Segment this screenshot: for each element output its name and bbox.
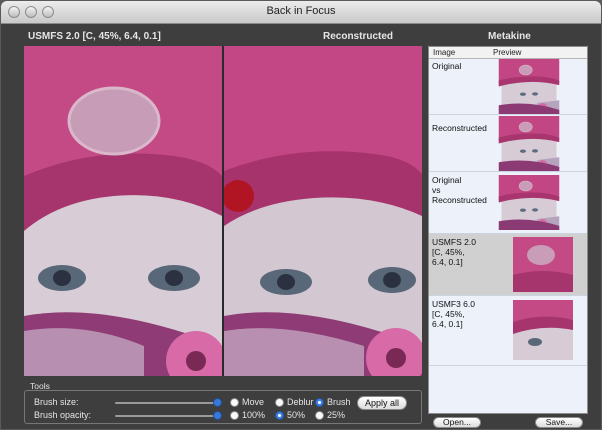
original-image-pane[interactable]: [24, 46, 222, 376]
tools-group: Brush size: Brush opacity: Move Deblur B…: [24, 390, 422, 424]
save-button[interactable]: Save...: [535, 417, 583, 428]
window-title: Back in Focus: [266, 5, 336, 17]
reconstructed-image-pane[interactable]: [224, 46, 422, 376]
apply-all-button[interactable]: Apply all: [357, 396, 407, 410]
side-panel-header: Metakine: [488, 31, 531, 42]
row-label: USMF3 6.0 [C, 45%, 6.4, 0.1]: [432, 299, 475, 329]
column-preview[interactable]: Preview: [493, 48, 521, 57]
radio-label: Move: [242, 397, 265, 407]
brush-size-label: Brush size:: [34, 397, 79, 407]
open-button[interactable]: Open...: [433, 417, 481, 428]
brush-opacity-label: Brush opacity:: [34, 410, 92, 420]
image-row-comparison[interactable]: Original vs Reconstructed: [429, 172, 587, 234]
radio-indicator: [315, 398, 324, 407]
brush-size-slider[interactable]: [115, 402, 219, 404]
brush-size-slider-thumb[interactable]: [213, 398, 222, 407]
preview-thumbnail: [497, 116, 561, 171]
image-viewer[interactable]: [24, 46, 422, 376]
row-label: Reconstructed: [432, 123, 487, 133]
radio-indicator: [275, 398, 284, 407]
radio-label: 100%: [242, 410, 266, 420]
radio-indicator: [230, 411, 239, 420]
reconstructed-pane-header: Reconstructed: [323, 31, 394, 42]
radio-indicator: [275, 411, 284, 420]
radio-indicator: [230, 398, 239, 407]
original-pane-header: USMFS 2.0 [C, 45%, 6.4, 0.1]: [28, 31, 161, 42]
app-window: Back in Focus USMFS 2.0 [C, 45%, 6.4, 0.…: [1, 1, 601, 429]
image-row-reconstructed[interactable]: Reconstructed: [429, 115, 587, 172]
radio-label: Brush: [327, 397, 351, 407]
radio-indicator: [315, 411, 324, 420]
preview-thumbnail: [513, 237, 573, 292]
radio-label: Deblur: [287, 397, 314, 407]
radio-label: 25%: [327, 410, 346, 420]
image-row-original[interactable]: Original: [429, 58, 587, 115]
brush-opacity-slider[interactable]: [115, 415, 219, 417]
radio-label: 50%: [287, 410, 306, 420]
brush-opacity-slider-thumb[interactable]: [213, 411, 222, 420]
title-bar: Back in Focus: [1, 1, 601, 24]
row-label: Original vs Reconstructed: [432, 175, 487, 205]
preview-thumbnail: [513, 300, 573, 360]
preview-thumbnail: [497, 59, 561, 114]
preview-thumbnail: [497, 175, 561, 230]
column-image[interactable]: Image: [433, 48, 455, 57]
image-row-usmf3[interactable]: USMF3 6.0 [C, 45%, 6.4, 0.1]: [429, 296, 587, 366]
row-label: USMFS 2.0 [C, 45%, 6.4, 0.1]: [432, 237, 476, 267]
image-list-panel: Image Preview Original Reconstructed Ori…: [428, 46, 588, 414]
row-label: Original: [432, 61, 462, 71]
image-row-usmfs[interactable]: USMFS 2.0 [C, 45%, 6.4, 0.1]: [429, 234, 587, 296]
